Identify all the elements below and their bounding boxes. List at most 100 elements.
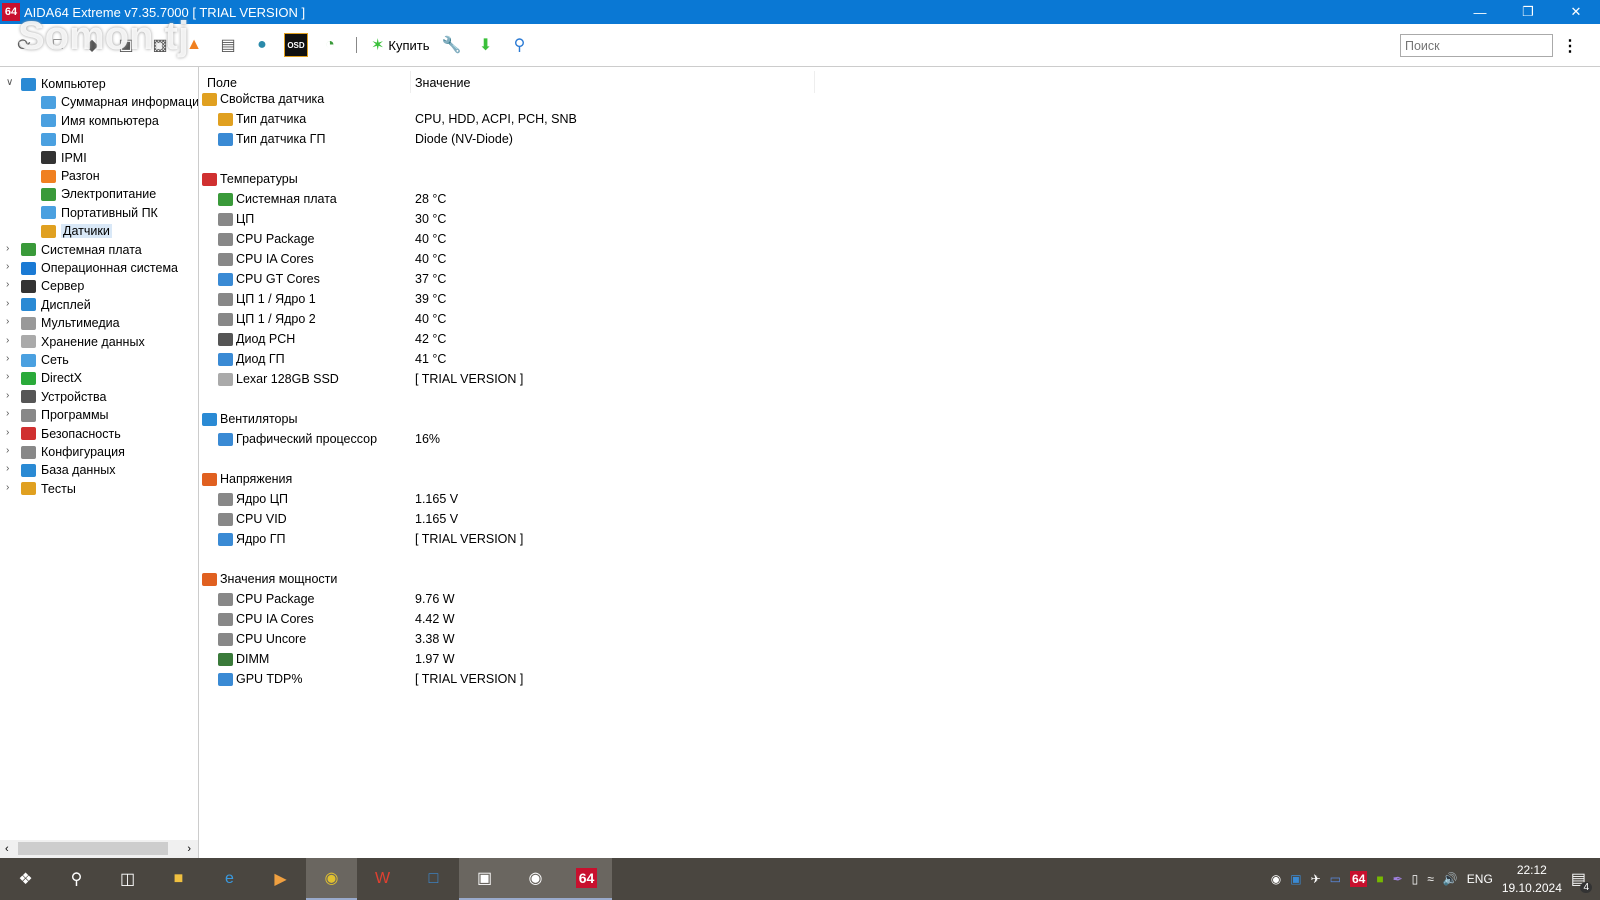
airplane-icon[interactable]: ✈ bbox=[1311, 872, 1321, 886]
user-icon[interactable]: ● bbox=[250, 33, 274, 57]
tree-item[interactable]: Портативный ПК bbox=[41, 204, 158, 222]
osd-icon[interactable]: OSD bbox=[284, 33, 308, 57]
tree-item[interactable]: Имя компьютера bbox=[41, 112, 159, 130]
group-header[interactable]: Значения мощности bbox=[202, 569, 1102, 589]
tree-item[interactable]: Датчики bbox=[41, 222, 112, 240]
minimize-button[interactable]: — bbox=[1456, 0, 1504, 24]
expand-icon[interactable]: › bbox=[6, 298, 9, 309]
table-row[interactable]: Диод ГП 41 °C bbox=[202, 349, 1102, 369]
nvidia-icon[interactable]: ■ bbox=[1376, 872, 1383, 886]
horizontal-scrollbar[interactable]: ‹ › bbox=[0, 840, 198, 858]
tree-item[interactable]: Программы bbox=[21, 406, 109, 424]
tools-icon[interactable]: 🔧 bbox=[440, 33, 464, 57]
expand-icon[interactable]: › bbox=[6, 279, 9, 290]
table-row[interactable]: CPU IA Cores 4.42 W bbox=[202, 609, 1102, 629]
clock[interactable]: 22:12 19.10.2024 bbox=[1502, 861, 1562, 897]
table-row[interactable]: Lexar 128GB SSD [ TRIAL VERSION ] bbox=[202, 369, 1102, 389]
group-header[interactable]: Напряжения bbox=[202, 469, 1102, 489]
language-indicator[interactable]: ENG bbox=[1467, 872, 1493, 886]
task-icon[interactable]: ▤ bbox=[216, 33, 240, 57]
volume-icon[interactable]: 🔊 bbox=[1443, 872, 1458, 886]
menu-icon[interactable]: ⋮ bbox=[1562, 36, 1578, 56]
remote-app-icon[interactable]: □ bbox=[408, 858, 459, 900]
aida64-tray-icon[interactable]: 64 bbox=[1349, 871, 1368, 887]
tree-item[interactable]: Безопасность bbox=[21, 425, 121, 443]
tree-item[interactable]: Дисплей bbox=[21, 296, 91, 314]
expand-icon[interactable]: › bbox=[6, 482, 9, 493]
wps-icon[interactable]: W bbox=[357, 858, 408, 900]
download-icon[interactable]: ⬇ bbox=[474, 33, 498, 57]
table-row[interactable]: CPU Uncore 3.38 W bbox=[202, 629, 1102, 649]
search-icon[interactable]: ⚲ bbox=[51, 858, 102, 900]
chrome-icon[interactable]: ◉ bbox=[306, 858, 357, 900]
tree-item[interactable]: Разгон bbox=[41, 167, 100, 185]
steelseries-tray-icon[interactable]: ◉ bbox=[1271, 872, 1281, 886]
table-row[interactable]: CPU IA Cores 40 °C bbox=[202, 249, 1102, 269]
expand-icon[interactable]: › bbox=[6, 316, 9, 327]
table-row[interactable]: ЦП 1 / Ядро 2 40 °C bbox=[202, 309, 1102, 329]
table-row[interactable]: ЦП 30 °C bbox=[202, 209, 1102, 229]
tree-item[interactable]: DMI bbox=[41, 130, 84, 148]
aida64-taskbar-button[interactable]: 64 bbox=[561, 858, 612, 900]
feather-icon[interactable]: ✒ bbox=[1393, 872, 1403, 886]
table-row[interactable]: CPU Package 9.76 W bbox=[202, 589, 1102, 609]
table-row[interactable]: DIMM 1.97 W bbox=[202, 649, 1102, 669]
group-header[interactable]: Свойства датчика bbox=[202, 89, 1102, 109]
table-row[interactable]: Ядро ГП [ TRIAL VERSION ] bbox=[202, 529, 1102, 549]
table-row[interactable]: ЦП 1 / Ядро 1 39 °C bbox=[202, 289, 1102, 309]
tree-item[interactable]: Устройства bbox=[21, 388, 106, 406]
table-row[interactable]: CPU Package 40 °C bbox=[202, 229, 1102, 249]
wifi-icon[interactable]: ≈ bbox=[1427, 872, 1434, 886]
table-row[interactable]: Ядро ЦП 1.165 V bbox=[202, 489, 1102, 509]
tree-item[interactable]: Операционная система bbox=[21, 259, 178, 277]
expand-icon[interactable]: › bbox=[6, 390, 9, 401]
expand-icon[interactable]: › bbox=[6, 261, 9, 272]
remote-tray-icon[interactable]: ▣ bbox=[1290, 872, 1301, 886]
expand-icon[interactable]: › bbox=[6, 463, 9, 474]
game-icon[interactable]: ▣ bbox=[459, 858, 510, 900]
internet-explorer-icon[interactable]: e bbox=[204, 858, 255, 900]
expand-icon[interactable]: › bbox=[6, 371, 9, 382]
table-row[interactable]: Диод PCH 42 °C bbox=[202, 329, 1102, 349]
tree-item[interactable]: Суммарная информация bbox=[41, 93, 198, 111]
collapse-icon[interactable]: ∨ bbox=[6, 77, 13, 88]
expand-icon[interactable]: › bbox=[6, 445, 9, 456]
tree-item[interactable]: Компьютер bbox=[21, 75, 106, 93]
expand-icon[interactable]: › bbox=[6, 353, 9, 364]
table-row[interactable]: Графический процессор 16% bbox=[202, 429, 1102, 449]
tree-item[interactable]: Хранение данных bbox=[21, 333, 145, 351]
restore-button[interactable]: ❐ bbox=[1504, 0, 1552, 24]
group-header[interactable]: Вентиляторы bbox=[202, 409, 1102, 429]
display-icon[interactable]: ▭ bbox=[1330, 872, 1341, 886]
group-header[interactable]: Температуры bbox=[202, 169, 1102, 189]
notifications-icon[interactable]: ▤ 4 bbox=[1571, 869, 1592, 893]
task-view-icon[interactable]: ◫ bbox=[102, 858, 153, 900]
search-input[interactable] bbox=[1400, 34, 1553, 57]
tree-item[interactable]: Электропитание bbox=[41, 185, 156, 203]
search-icon[interactable]: ⚲ bbox=[508, 33, 532, 57]
expand-icon[interactable]: › bbox=[6, 243, 9, 254]
tree-item[interactable]: Сеть bbox=[21, 351, 69, 369]
tree-item[interactable]: База данных bbox=[21, 461, 115, 479]
tree-item[interactable]: Конфигурация bbox=[21, 443, 125, 461]
buy-button[interactable]: ✶ Купить bbox=[371, 35, 430, 55]
start-button[interactable]: ❖ bbox=[0, 858, 51, 900]
usb-icon[interactable]: ▯ bbox=[1412, 872, 1419, 886]
tree-item[interactable]: IPMI bbox=[41, 149, 87, 167]
steelseries-icon[interactable]: ◉ bbox=[510, 858, 561, 900]
table-row[interactable]: Тип датчика ГП Diode (NV-Diode) bbox=[202, 129, 1102, 149]
file-explorer-icon[interactable]: ■ bbox=[153, 858, 204, 900]
expand-icon[interactable]: › bbox=[6, 408, 9, 419]
table-row[interactable]: Системная плата 28 °C bbox=[202, 189, 1102, 209]
media-player-icon[interactable]: ▶ bbox=[255, 858, 306, 900]
gauge-icon[interactable]: ◔ bbox=[318, 33, 342, 57]
table-row[interactable]: CPU GT Cores 37 °C bbox=[202, 269, 1102, 289]
close-button[interactable]: ✕ bbox=[1552, 0, 1600, 24]
table-row[interactable]: GPU TDP% [ TRIAL VERSION ] bbox=[202, 669, 1102, 689]
table-row[interactable]: CPU VID 1.165 V bbox=[202, 509, 1102, 529]
tree-item[interactable]: Сервер bbox=[21, 277, 84, 295]
expand-icon[interactable]: › bbox=[6, 335, 9, 346]
expand-icon[interactable]: › bbox=[6, 427, 9, 438]
tree-item[interactable]: Тесты bbox=[21, 480, 76, 498]
tree-item[interactable]: Системная плата bbox=[21, 241, 142, 259]
